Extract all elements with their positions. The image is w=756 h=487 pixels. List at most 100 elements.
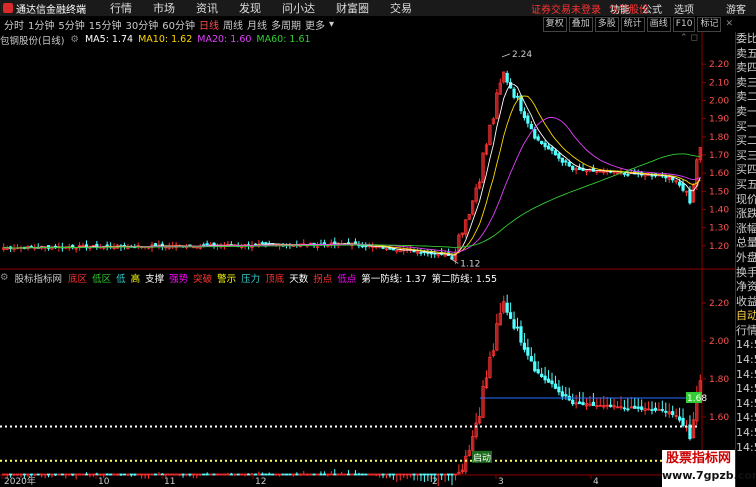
indicator-body <box>129 473 133 476</box>
candle-body <box>550 147 554 151</box>
candle-body <box>567 161 571 167</box>
indicator-body <box>512 319 516 329</box>
kline-chart[interactable]: 2.20 2.10 2.00 1.90 1.80 1.70 1.60 1.50 1.40 1.30… <box>0 32 735 487</box>
candle-body <box>626 174 630 176</box>
tool-f10-button[interactable]: F10 <box>672 16 696 32</box>
indicator-body <box>546 378 551 383</box>
indicator-body <box>271 473 275 476</box>
quote-field-label: 涨幅 <box>736 221 756 235</box>
candle-body <box>677 181 682 186</box>
candle-body <box>664 176 668 179</box>
candle-body <box>105 244 109 247</box>
menu-item-wealth[interactable]: 财富圈 <box>336 0 369 16</box>
period-tab-30min[interactable]: 30分钟 <box>125 17 158 32</box>
menu-item-discover[interactable]: 发现 <box>239 0 261 16</box>
menu-formula[interactable]: 公式 <box>642 1 662 16</box>
indicator-body <box>577 401 582 405</box>
period-tab-monthly[interactable]: 月线 <box>247 17 267 32</box>
tool-adjust-button[interactable]: 复权 <box>542 16 567 32</box>
tick-list-item: 14:5 <box>736 440 756 454</box>
tool-multi-stock-button[interactable]: 多股 <box>594 16 619 32</box>
tool-draw-button[interactable]: 画线 <box>646 16 671 32</box>
indicator-body <box>333 473 337 476</box>
quote-field-label: 现价 <box>736 192 756 206</box>
period-tab-15min[interactable]: 15分钟 <box>89 17 122 32</box>
indicator-body <box>346 473 351 476</box>
close-icon[interactable]: ✕ <box>723 18 735 31</box>
indicator-tick-label: 1.80 <box>709 375 729 385</box>
indicator-body <box>360 473 364 476</box>
indicator-body <box>533 361 537 372</box>
tick-list-item: 14:5 <box>736 353 756 367</box>
menu-item-ask[interactable]: 问小达 <box>282 0 315 16</box>
menu-item-news[interactable]: 资讯 <box>196 0 218 16</box>
period-tab-weekly[interactable]: 周线 <box>223 17 243 32</box>
indicator-body <box>560 391 564 397</box>
indicator-body <box>53 473 58 476</box>
quote-field-label: 卖三 <box>736 75 756 89</box>
watermark: 股票指标网 www.7gpzb.com <box>662 450 756 487</box>
indicator-body <box>264 473 268 476</box>
indicator-body <box>236 473 240 476</box>
trade-login-warning[interactable]: 证券交易未登录 <box>531 1 601 16</box>
period-tab-more[interactable]: 更多 <box>305 17 325 32</box>
candle-body <box>533 129 537 139</box>
menu-item-quotes[interactable]: 行情 <box>110 0 132 16</box>
indicator-body <box>71 473 75 476</box>
price-tick-label: 1.30 <box>709 224 729 234</box>
indicator-body <box>419 473 423 476</box>
menu-function[interactable]: 功能 <box>610 1 630 16</box>
indicator-body <box>505 302 509 313</box>
menu-item-trade[interactable]: 交易 <box>390 0 412 16</box>
indicator-body <box>650 409 654 411</box>
indicator-body <box>160 473 164 476</box>
quote-field-label: 买五 <box>736 177 756 191</box>
candle-body <box>622 173 627 175</box>
indicator-body <box>246 473 251 476</box>
price-tick-label: 1.50 <box>709 187 729 197</box>
quote-field-label: 买二 <box>736 134 756 148</box>
period-tab-daily[interactable]: 日线 <box>199 17 219 32</box>
candle-body <box>540 140 544 145</box>
tool-mark-button[interactable]: 标记 <box>697 16 722 32</box>
indicator-body <box>571 399 575 405</box>
tick-list-item: 行情 <box>736 323 756 337</box>
period-tab-1min[interactable]: 1分钟 <box>28 17 54 32</box>
quote-field-label: 外盘 <box>736 250 756 264</box>
high-pointer <box>501 53 511 58</box>
period-tab-5min[interactable]: 5分钟 <box>58 17 84 32</box>
indicator-body <box>553 383 558 389</box>
indicator-body <box>440 473 444 476</box>
period-tab-60min[interactable]: 60分钟 <box>162 17 195 32</box>
ma-line <box>3 83 701 256</box>
price-tick-label: 1.70 <box>709 151 729 161</box>
candle-body <box>543 142 547 148</box>
indicator-body <box>36 473 40 476</box>
ma-line <box>3 117 701 253</box>
candle-body <box>688 189 692 204</box>
indicator-body <box>433 473 437 476</box>
menu-options[interactable]: 选项 <box>674 1 694 16</box>
guest-user[interactable]: 游客 <box>726 1 746 16</box>
indicator-body <box>288 473 292 476</box>
indicator-body <box>133 473 137 476</box>
tool-overlay-button[interactable]: 叠加 <box>568 16 593 32</box>
menu-item-market[interactable]: 市场 <box>153 0 175 16</box>
indicator-body <box>681 417 685 426</box>
tick-list-item: 14:5 <box>736 367 756 381</box>
indicator-body <box>677 416 682 421</box>
indicator-body <box>46 473 51 476</box>
quote-field-label: 委比 <box>736 32 756 45</box>
period-tab-tick[interactable]: 分时 <box>4 17 24 32</box>
quote-field-label: 卖五 <box>736 46 756 60</box>
indicator-body <box>591 401 595 406</box>
candle-body <box>557 153 561 159</box>
candle-body <box>505 72 509 83</box>
chevron-down-icon[interactable]: ▾ <box>329 19 334 30</box>
x-tick-label: 12 <box>255 477 266 487</box>
price-tick-label: 2.20 <box>709 60 729 70</box>
tool-stats-button[interactable]: 统计 <box>620 16 645 32</box>
price-tick-label: 1.80 <box>709 133 729 143</box>
candle-body <box>353 241 358 245</box>
period-tab-multi[interactable]: 多周期 <box>271 17 301 32</box>
